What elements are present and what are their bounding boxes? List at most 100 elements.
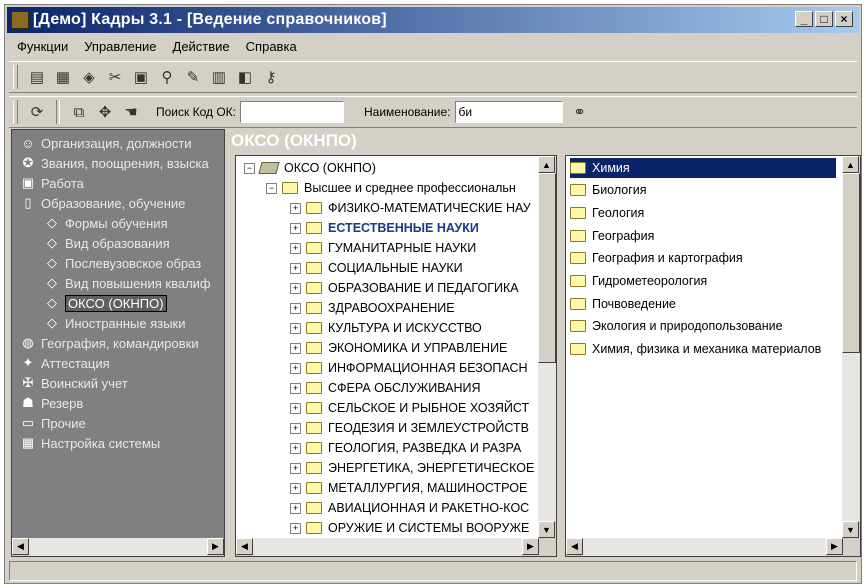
tree-item[interactable]: + ОРУЖИЕ И СИСТЕМЫ ВООРУЖЕ (290, 518, 529, 538)
binoculars-icon[interactable]: ⚭ (567, 100, 593, 124)
tree-item[interactable]: + ЭКОНОМИКА И УПРАВЛЕНИЕ (290, 338, 507, 358)
scroll-left-icon[interactable]: ◀ (12, 538, 29, 555)
nav-item-geography[interactable]: ◍ География, командировки (20, 333, 198, 353)
tree-item[interactable]: + СОЦИАЛЬНЫЕ НАУКИ (290, 258, 463, 278)
move-icon[interactable]: ✥ (92, 100, 118, 124)
list-horizontal-scrollbar[interactable]: ◀ ▶ (566, 538, 860, 556)
scroll-left-icon[interactable]: ◀ (566, 538, 583, 555)
nav-item-other[interactable]: ▭ Прочие (20, 413, 86, 433)
scroll-right-icon[interactable]: ▶ (826, 538, 843, 555)
list-item[interactable]: География (570, 226, 654, 246)
scroll-track[interactable] (583, 538, 826, 556)
scroll-track[interactable] (29, 538, 207, 556)
expand-icon[interactable]: + (290, 382, 301, 394)
tree-item[interactable]: + СЕЛЬСКОЕ И РЫБНОЕ ХОЗЯЙСТ (290, 398, 529, 418)
tree-item[interactable]: + ГУМАНИТАРНЫЕ НАУКИ (290, 238, 476, 258)
tree-item[interactable]: + ЗДРАВООХРАНЕНИЕ (290, 298, 455, 318)
nav-item-reserve[interactable]: ☗ Резерв (20, 393, 83, 413)
tree-item[interactable]: + ЕСТЕСТВЕННЫЕ НАУКИ (290, 218, 479, 238)
tree-item[interactable]: + КУЛЬТУРА И ИСКУССТВО (290, 318, 482, 338)
tree-item[interactable]: + СФЕРА ОБСЛУЖИВАНИЯ (290, 378, 481, 398)
menu-help[interactable]: Справка (238, 37, 305, 57)
expand-icon[interactable]: + (290, 262, 301, 274)
list-item[interactable]: Геология (570, 203, 644, 223)
books-icon[interactable]: ◈ (76, 65, 102, 89)
list-item[interactable]: Биология (570, 180, 647, 200)
collapse-icon[interactable]: − (244, 162, 255, 174)
reference-book-icon[interactable]: ◧ (232, 65, 258, 89)
scroll-track[interactable] (253, 538, 522, 556)
scroll-track[interactable] (538, 173, 556, 521)
expand-icon[interactable]: + (290, 242, 301, 254)
list-icon[interactable]: ▤ (24, 65, 50, 89)
expand-icon[interactable]: + (290, 322, 301, 334)
nav-item-qualification[interactable]: ◇ Вид повышения квалиф (44, 273, 211, 293)
scroll-up-icon[interactable]: ▲ (538, 156, 555, 173)
key-icon[interactable]: ⚷ (258, 65, 284, 89)
expand-icon[interactable]: + (290, 422, 301, 434)
nav-item-organization[interactable]: ☺ Организация, должности (20, 133, 191, 153)
scroll-right-icon[interactable]: ▶ (207, 538, 224, 555)
tree-item[interactable]: + ГЕОДЕЗИЯ И ЗЕМЛЕУСТРОЙСТВ (290, 418, 529, 438)
scroll-left-icon[interactable]: ◀ (236, 538, 253, 555)
tree-node-higher-education[interactable]: − Высшее и среднее профессиональн (266, 178, 516, 198)
list-item[interactable]: Экология и природопользование (570, 316, 783, 336)
close-button[interactable]: × (835, 11, 853, 27)
expand-icon[interactable]: + (290, 462, 301, 474)
expand-icon[interactable]: + (290, 442, 301, 454)
maximize-button[interactable]: □ (815, 11, 833, 27)
expand-icon[interactable]: + (290, 482, 301, 494)
list-vertical-scrollbar[interactable]: ▲ ▼ (842, 156, 860, 538)
menu-management[interactable]: Управление (76, 37, 164, 57)
expand-icon[interactable]: + (290, 222, 301, 234)
menu-action[interactable]: Действие (165, 37, 238, 57)
expand-icon[interactable]: + (290, 342, 301, 354)
copy-icon[interactable]: ⧉ (66, 100, 92, 124)
tree-item[interactable]: + МЕТАЛЛУРГИЯ, МАШИНОСТРОЕ (290, 478, 527, 498)
tools-icon[interactable]: ✂ (102, 65, 128, 89)
tree-item[interactable]: + ЭНЕРГЕТИКА, ЭНЕРГЕТИЧЕСКОЕ (290, 458, 534, 478)
search-code-input[interactable] (239, 101, 344, 123)
nav-item-languages[interactable]: ◇ Иностранные языки (44, 313, 186, 333)
expand-icon[interactable]: + (290, 402, 301, 414)
hand-icon[interactable]: ☚ (118, 100, 144, 124)
nav-item-work[interactable]: ▣ Работа (20, 173, 84, 193)
nav-item-education-type[interactable]: ◇ Вид образования (44, 233, 170, 253)
tree-horizontal-scrollbar[interactable]: ◀ ▶ (236, 538, 556, 556)
expand-icon[interactable]: + (290, 282, 301, 294)
expand-icon[interactable]: + (290, 362, 301, 374)
expand-icon[interactable]: + (290, 302, 301, 314)
title-bar[interactable]: [Демо] Кадры 3.1 - [Ведение справочников… (7, 7, 859, 33)
nav-item-study-forms[interactable]: ◇ Формы обучения (44, 213, 168, 233)
refresh-icon[interactable]: ⟳ (24, 100, 50, 124)
nav-item-education[interactable]: ▯ Образование, обучение (20, 193, 185, 213)
tree-root[interactable]: − ОКСО (ОКНПО) (244, 158, 376, 178)
scroll-track[interactable] (842, 173, 860, 521)
briefcase-icon[interactable]: ▣ (128, 65, 154, 89)
nav-item-attestation[interactable]: ✦ Аттестация (20, 353, 110, 373)
nav-item-okso[interactable]: ◇ ОКСО (ОКНПО) (44, 293, 167, 313)
nav-item-ranks[interactable]: ✪ Звания, поощрения, взыска (20, 153, 209, 173)
toolbar-grip[interactable] (13, 65, 18, 89)
nav-horizontal-scrollbar[interactable]: ◀ ▶ (12, 538, 224, 556)
scroll-down-icon[interactable]: ▼ (842, 521, 859, 538)
tree-item[interactable]: + ГЕОЛОГИЯ, РАЗВЕДКА И РАЗРА (290, 438, 521, 458)
tree-item[interactable]: + ФИЗИКО-МАТЕМАТИЧЕСКИЕ НАУ (290, 198, 531, 218)
list-item[interactable]: География и картография (570, 248, 743, 268)
list-item[interactable]: Гидрометеорология (570, 271, 707, 291)
scroll-up-icon[interactable]: ▲ (842, 156, 859, 173)
expand-icon[interactable]: + (290, 502, 301, 514)
nav-item-military[interactable]: ✠ Воинский учет (20, 373, 128, 393)
scroll-down-icon[interactable]: ▼ (538, 521, 555, 538)
table-icon[interactable]: ▦ (50, 65, 76, 89)
collapse-icon[interactable]: − (266, 182, 277, 194)
list-item[interactable]: Почвоведение (570, 294, 676, 314)
nav-item-settings[interactable]: ▦ Настройка системы (20, 433, 160, 453)
calendar-icon[interactable]: ▥ (206, 65, 232, 89)
tree-item[interactable]: + ОБРАЗОВАНИЕ И ПЕДАГОГИКА (290, 278, 519, 298)
list-item[interactable]: Химия (570, 158, 836, 178)
menu-functions[interactable]: Функции (9, 37, 76, 57)
scroll-thumb[interactable] (538, 173, 556, 363)
nav-item-postgraduate[interactable]: ◇ Послевузовское образ (44, 253, 201, 273)
name-input[interactable] (454, 101, 563, 123)
